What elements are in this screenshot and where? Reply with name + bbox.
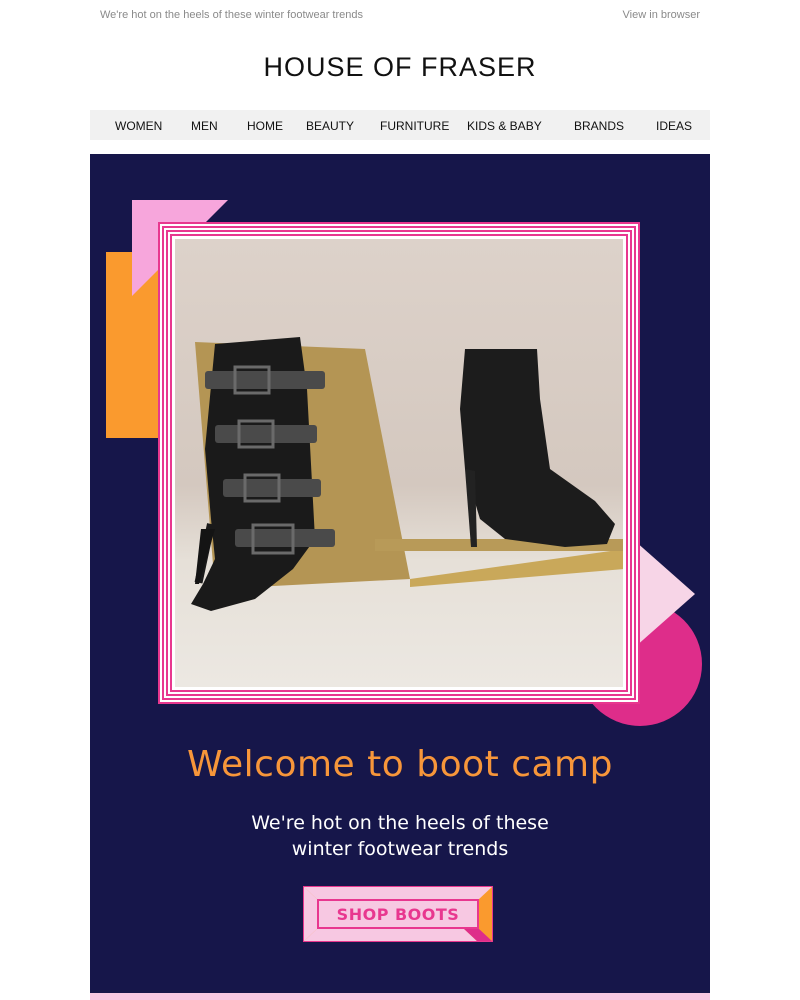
nav-item-beauty[interactable]: BEAUTY — [306, 119, 354, 133]
nav-item-ideas[interactable]: IDEAS — [656, 119, 692, 133]
preheader-text: We're hot on the heels of these winter f… — [100, 9, 363, 21]
boot-strap-1 — [205, 371, 325, 389]
boot-strap-4 — [235, 529, 335, 547]
ankle-boot — [460, 349, 615, 547]
shop-boots-button[interactable]: SHOP BOOTS — [303, 886, 493, 942]
hero-headline: Welcome to boot camp — [187, 744, 613, 785]
hero-subtext: We're hot on the heels of these winter f… — [90, 810, 710, 862]
nav-item-men[interactable]: MEN — [191, 119, 218, 133]
bottom-pink-strip — [90, 993, 710, 1000]
nav-item-furniture[interactable]: FURNITURE — [380, 119, 449, 133]
boot-strap-2 — [215, 425, 317, 443]
hero-subtext-line-1: We're hot on the heels of these — [251, 812, 549, 834]
ankle-boots-photo[interactable] — [175, 239, 623, 687]
nav-item-home[interactable]: HOME — [247, 119, 283, 133]
boots-illustration — [191, 337, 623, 611]
main-nav: WOMEN MEN HOME BEAUTY FURNITURE KIDS & B… — [90, 110, 710, 140]
preheader-bar: We're hot on the heels of these winter f… — [100, 0, 700, 30]
hero-image-frame — [158, 222, 640, 704]
house-of-fraser-logo[interactable]: HOUSE OF FRASER — [0, 52, 800, 83]
nav-item-brands[interactable]: BRANDS — [574, 119, 624, 133]
shop-boots-label[interactable]: SHOP BOOTS — [303, 886, 493, 942]
view-in-browser-link[interactable]: View in browser — [623, 9, 700, 21]
hero-subtext-line-2: winter footwear trends — [291, 838, 509, 860]
hero-banner[interactable]: Welcome to boot camp We're hot on the he… — [90, 154, 710, 1000]
nav-item-kids-baby[interactable]: KIDS & BABY — [467, 119, 542, 133]
boot-strap-3 — [223, 479, 321, 497]
nav-item-women[interactable]: WOMEN — [115, 119, 162, 133]
